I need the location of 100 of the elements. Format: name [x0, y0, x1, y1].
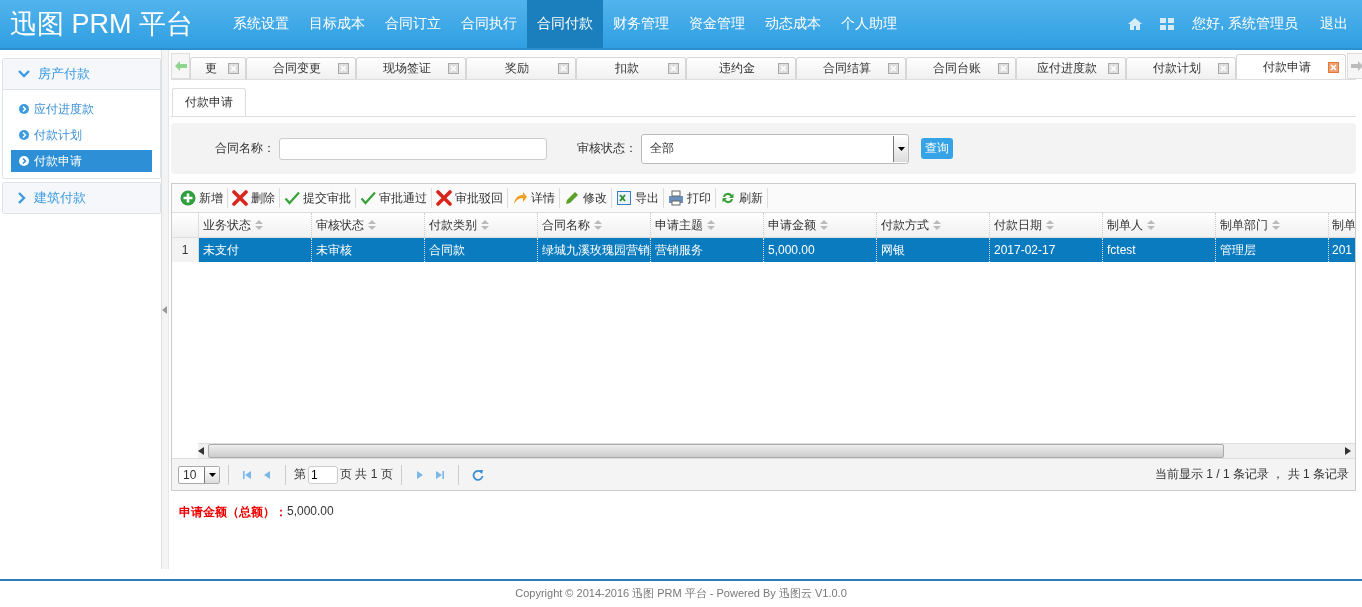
column-header[interactable]: 制单部门: [1216, 213, 1329, 237]
copyright-text: Copyright © 2014-2016 迅图 PRM 平台 - Powered By 迅图云 V1.0.0: [515, 587, 847, 599]
close-icon[interactable]: [448, 63, 459, 74]
check-icon: [360, 190, 376, 206]
toolbar-button[interactable]: 审批驳回: [433, 189, 506, 207]
nav-item[interactable]: 合同付款: [527, 0, 603, 48]
sort-icon[interactable]: [707, 220, 715, 230]
table-cell: fctest: [1103, 238, 1216, 262]
sort-icon[interactable]: [594, 220, 602, 230]
home-icon[interactable]: [1128, 18, 1143, 30]
tab[interactable]: 更: [190, 57, 246, 79]
table-cell: 合同款: [425, 238, 538, 262]
column-header[interactable]: 申请金额: [764, 213, 877, 237]
toolbar-button[interactable]: 修改: [561, 189, 610, 207]
column-header[interactable]: 付款方式: [877, 213, 990, 237]
table-cell: 2017-02-17: [990, 238, 1103, 262]
tab[interactable]: 合同台账: [906, 57, 1016, 79]
field-label: 审核状态：: [577, 140, 637, 157]
sidebar-item[interactable]: 应付进度款: [11, 98, 152, 120]
previous-page-icon[interactable]: [262, 469, 272, 480]
close-icon[interactable]: [1108, 63, 1119, 74]
sidebar-item[interactable]: 付款计划: [11, 124, 152, 146]
close-icon[interactable]: [1218, 63, 1229, 74]
sort-icon[interactable]: [1272, 220, 1280, 230]
user-greeting: 您好, 系统管理员: [1192, 15, 1298, 33]
table-cell: 管理层: [1216, 238, 1329, 262]
first-page-icon[interactable]: [242, 469, 252, 480]
contract-name-field[interactable]: [279, 137, 547, 160]
sort-icon[interactable]: [1046, 220, 1054, 230]
next-page-icon[interactable]: [414, 469, 425, 480]
column-header[interactable]: 制单: [1329, 213, 1355, 237]
column-header[interactable]: 付款日期: [990, 213, 1103, 237]
circle-arrow-icon: [19, 156, 29, 166]
table-cell: 网银: [877, 238, 990, 262]
tab[interactable]: 应付进度款: [1016, 57, 1126, 79]
close-icon[interactable]: [1328, 61, 1339, 73]
close-icon[interactable]: [888, 63, 899, 74]
close-icon[interactable]: [338, 63, 349, 74]
tab[interactable]: 付款申请: [1236, 54, 1346, 79]
app-logo: 迅图 PRM 平台: [9, 8, 194, 41]
close-icon[interactable]: [778, 63, 789, 74]
arrow-left-icon: [174, 61, 187, 71]
sub-tab[interactable]: 付款申请: [172, 88, 246, 116]
column-header[interactable]: 审核状态: [312, 213, 425, 237]
tab[interactable]: 违约金: [686, 57, 796, 79]
sidebar-group-label: 建筑付款: [34, 189, 86, 207]
scroll-right-button[interactable]: [1347, 53, 1362, 79]
scroll-right-icon[interactable]: [1345, 447, 1351, 455]
toolbar-button[interactable]: 刷新: [717, 189, 766, 207]
chevron-down-icon: [18, 70, 30, 78]
toolbar-button[interactable]: 提交审批: [281, 189, 354, 207]
sort-icon[interactable]: [1147, 220, 1155, 230]
sort-icon[interactable]: [368, 220, 376, 230]
table-row[interactable]: 1 未支付 未审核 合同款 绿城九溪玫瑰园营销 营销服务 5,000.00 网银 2017-02-17 fctest 管理层 201: [172, 238, 1355, 262]
close-icon[interactable]: [998, 63, 1009, 74]
toolbar-button[interactable]: 打印: [665, 189, 714, 207]
arrow-right-icon: [1350, 61, 1362, 71]
sort-icon[interactable]: [481, 220, 489, 230]
close-icon[interactable]: [558, 63, 569, 74]
collapse-arrow-icon[interactable]: [162, 305, 167, 314]
grid-icon[interactable]: [1160, 18, 1175, 30]
caret-icon: [897, 146, 905, 151]
column-header[interactable]: 业务状态: [199, 213, 312, 237]
close-icon[interactable]: [668, 63, 679, 74]
total-label: 申请金额（总额）：: [179, 504, 287, 521]
last-page-icon[interactable]: [434, 469, 445, 480]
toolbar-button[interactable]: 删除: [229, 189, 278, 207]
total-value: 5,000.00: [287, 504, 334, 520]
sort-icon[interactable]: [820, 220, 828, 230]
sort-icon[interactable]: [255, 220, 263, 230]
spreadsheet-icon: [616, 190, 632, 206]
page-size-dropdown[interactable]: 10: [178, 465, 220, 484]
status-dropdown[interactable]: 全部: [641, 133, 909, 164]
refresh-icon: [720, 190, 736, 206]
close-icon[interactable]: [228, 63, 239, 74]
scroll-left-button[interactable]: [171, 53, 190, 79]
forward-arrow-icon: [512, 190, 528, 206]
caret-icon: [208, 472, 216, 477]
column-header[interactable]: 制单人: [1103, 213, 1216, 237]
record-summary: 当前显示 1 / 1 条记录 ， 共 1 条记录: [1154, 466, 1349, 483]
tab[interactable]: 合同变更: [246, 57, 356, 79]
column-header[interactable]: 付款类别: [425, 213, 538, 237]
toolbar-button[interactable]: 新增: [177, 189, 226, 207]
tab[interactable]: 奖励: [466, 57, 576, 79]
toolbar-button[interactable]: 审批通过: [357, 189, 430, 207]
refresh-icon[interactable]: [471, 468, 484, 481]
tab[interactable]: 现场签证: [356, 57, 466, 79]
check-icon: [284, 190, 300, 206]
horizontal-scrollbar[interactable]: [198, 443, 1355, 458]
tab[interactable]: 扣款: [576, 57, 686, 79]
column-header[interactable]: 合同名称: [538, 213, 651, 237]
toolbar-button[interactable]: 导出: [613, 189, 662, 207]
tab[interactable]: 付款计划: [1126, 57, 1236, 79]
page-number-field[interactable]: 1: [308, 465, 338, 484]
column-header[interactable]: 申请主题: [651, 213, 764, 237]
toolbar-button[interactable]: 详情: [509, 189, 558, 207]
tab[interactable]: 合同结算: [796, 57, 906, 79]
sort-icon[interactable]: [933, 220, 941, 230]
table-cell: 绿城九溪玫瑰园营销: [538, 238, 651, 262]
scroll-left-icon[interactable]: [198, 447, 204, 455]
